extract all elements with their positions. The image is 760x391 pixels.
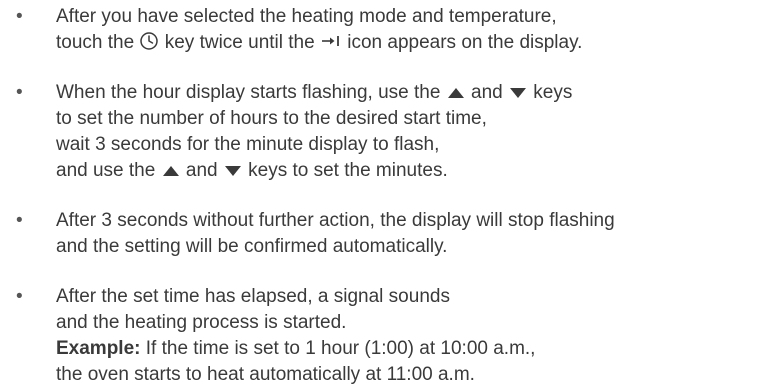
bullet-marker: • — [16, 286, 23, 307]
text-line: Example: If the time is set to 1 hour (1… — [56, 336, 760, 362]
text-segment: When the hour display starts flashing, u… — [56, 82, 446, 103]
bullet-marker: • — [16, 6, 23, 27]
bullet-marker: • — [16, 82, 23, 103]
down-triangle-icon — [508, 83, 528, 109]
text-line: wait 3 seconds for the minute display to… — [56, 132, 760, 158]
instruction-text: After you have selected the heating mode… — [56, 4, 760, 56]
text-segment: wait 3 seconds for the minute display to… — [56, 134, 440, 155]
text-segment: After 3 seconds without further action, … — [56, 210, 615, 231]
text-line: and the setting will be confirmed automa… — [56, 234, 760, 260]
text-segment: and — [180, 160, 223, 181]
text-line: to set the number of hours to the desire… — [56, 106, 760, 132]
text-segment: keys — [527, 82, 573, 103]
text-line: and use the and keys to set the minutes. — [56, 158, 760, 184]
instruction-text: When the hour display starts flashing, u… — [56, 80, 760, 184]
text-segment: and — [465, 82, 508, 103]
text-line: After the set time has elapsed, a signal… — [56, 284, 760, 310]
instruction-text: After 3 seconds without further action, … — [56, 208, 760, 260]
instruction-document: • After you have selected the heating mo… — [0, 0, 760, 391]
text-segment: keys to set the minutes. — [242, 160, 448, 181]
clock-icon — [139, 31, 159, 59]
example-label: Example: — [56, 338, 141, 359]
down-triangle-icon — [223, 161, 243, 187]
text-segment: and the setting will be confirmed automa… — [56, 236, 448, 257]
bullet-marker: • — [16, 210, 23, 231]
text-segment: icon appears on the display. — [341, 32, 583, 53]
timer-start-icon — [320, 31, 342, 59]
text-segment: After you have selected the heating mode… — [56, 6, 557, 27]
text-line: After you have selected the heating mode… — [56, 4, 760, 30]
text-line: When the hour display starts flashing, u… — [56, 80, 760, 106]
text-line: After 3 seconds without further action, … — [56, 208, 760, 234]
text-segment: to set the number of hours to the desire… — [56, 108, 487, 129]
text-segment: key twice until the — [159, 32, 320, 53]
text-segment: the oven starts to heat automatically at… — [56, 364, 475, 385]
up-triangle-icon — [161, 161, 181, 187]
text-segment: and the heating process is started. — [56, 312, 347, 333]
text-line: touch the key twice until the icon appea… — [56, 30, 760, 56]
text-line: the oven starts to heat automatically at… — [56, 362, 760, 388]
text-line: and the heating process is started. — [56, 310, 760, 336]
text-segment: and use the — [56, 160, 161, 181]
instruction-text: After the set time has elapsed, a signal… — [56, 284, 760, 388]
text-segment: After the set time has elapsed, a signal… — [56, 286, 450, 307]
text-segment: If the time is set to 1 hour (1:00) at 1… — [140, 338, 536, 359]
text-segment: touch the — [56, 32, 140, 53]
